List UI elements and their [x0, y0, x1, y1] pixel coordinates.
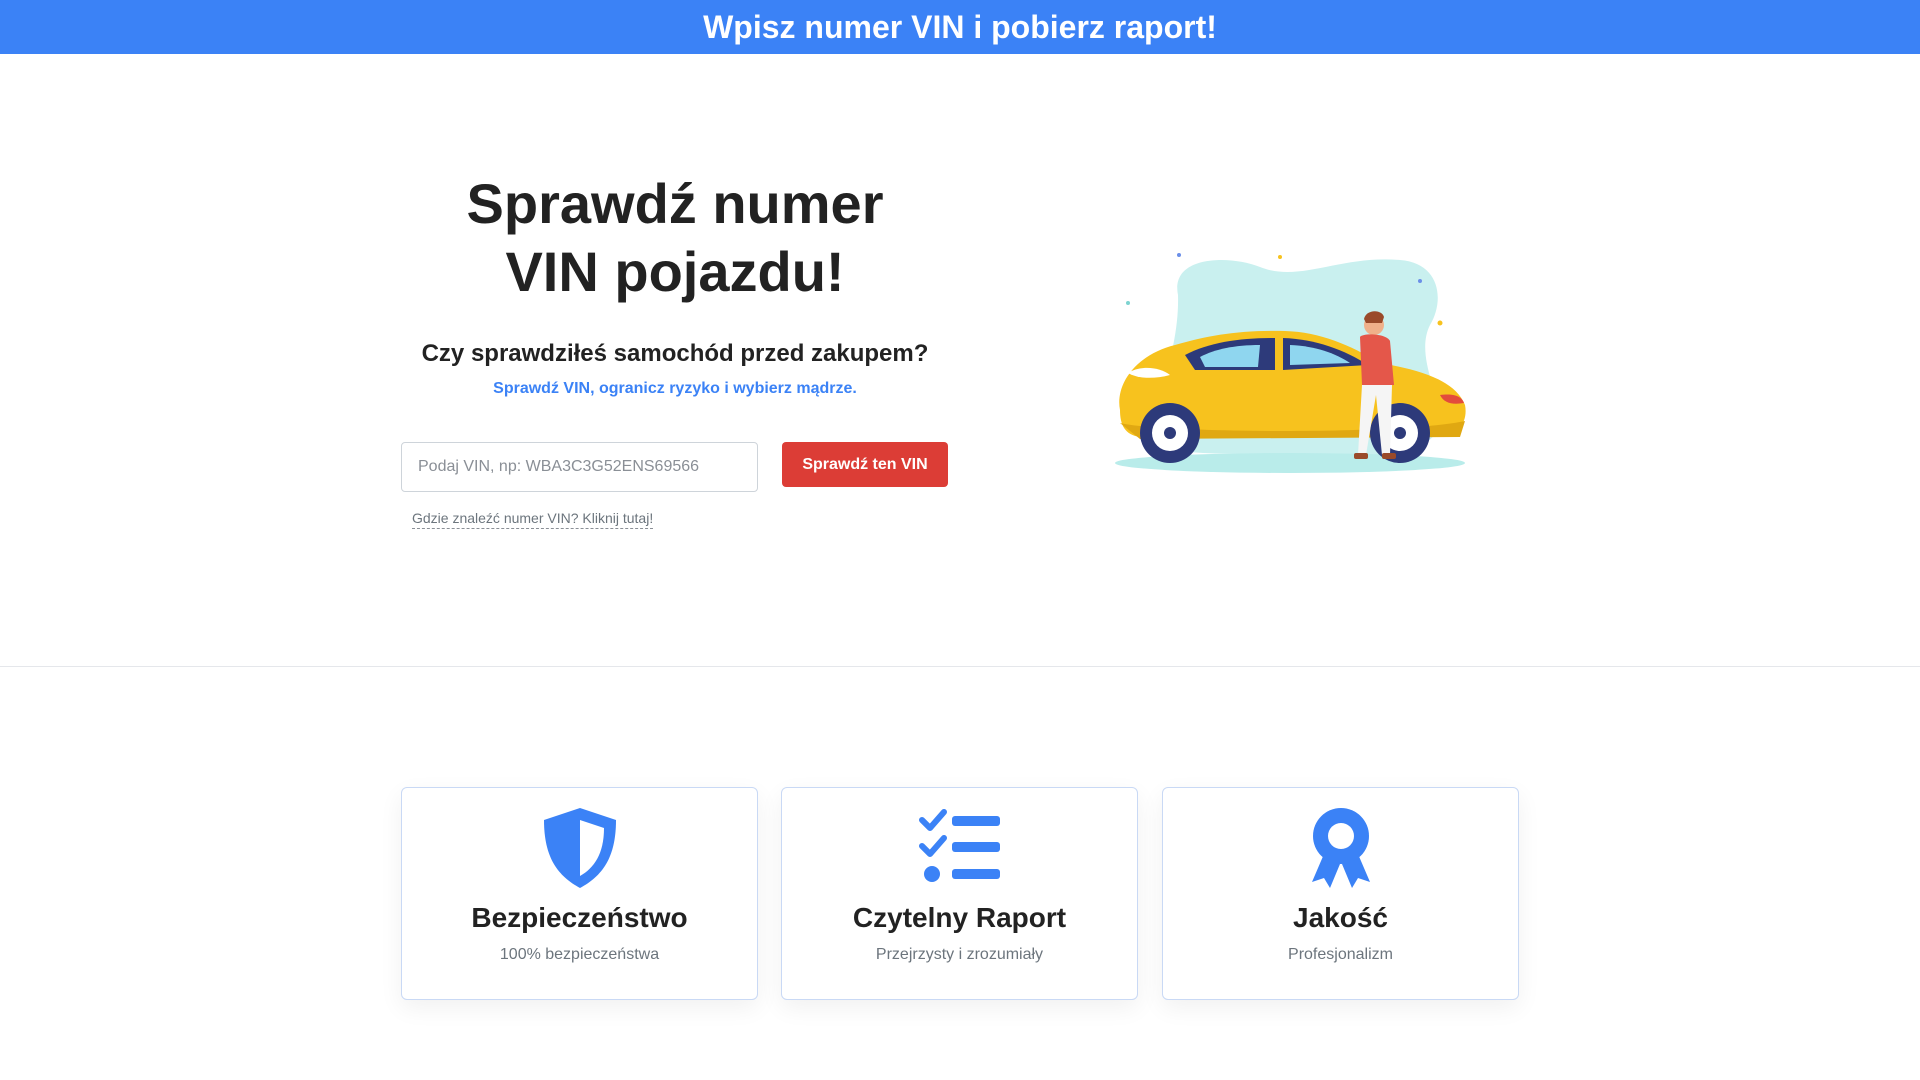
vin-help-link[interactable]: Gdzie znaleźć numer VIN? Kliknij tutaj!	[412, 510, 654, 529]
feature-card-report: Czytelny Raport Przejrzysty i zrozumiały	[781, 787, 1138, 1000]
feature-title: Jakość	[1293, 902, 1388, 933]
feature-card-quality: Jakość Profesjonalizm	[1162, 787, 1519, 1000]
top-banner: Wpisz numer VIN i pobierz raport!	[0, 0, 1920, 54]
feature-title: Bezpieczeństwo	[471, 902, 688, 933]
feature-text: Profesjonalizm	[1288, 946, 1393, 963]
check-vin-button[interactable]: Sprawdź ten VIN	[782, 442, 948, 487]
top-banner-text: Wpisz numer VIN i pobierz raport!	[703, 8, 1217, 45]
car-with-man-illustration	[1115, 253, 1466, 473]
feature-title: Czytelny Raport	[852, 902, 1067, 933]
feature-text: Przejrzysty i zrozumiały	[875, 946, 1044, 963]
hero-title-line2: VIN pojazdu!	[505, 240, 845, 303]
shield-icon	[543, 808, 616, 888]
feature-text: 100% bezpieczeństwa	[499, 946, 660, 963]
vin-input[interactable]	[401, 442, 758, 492]
hero-title-line1: Sprawdź numer	[466, 172, 884, 235]
hero-tagline: Sprawdź VIN, ogranicz ryzyko i wybierz m…	[493, 380, 857, 397]
hero-section: Sprawdź numer VIN pojazdu! Czy sprawdził…	[401, 170, 949, 398]
section-divider	[0, 666, 1920, 667]
checklist-icon	[918, 809, 1000, 882]
award-icon	[1311, 808, 1370, 888]
hero-title: Sprawdź numer VIN pojazdu!	[401, 170, 949, 306]
car-illustration	[1100, 245, 1480, 485]
feature-card-security: Bezpieczeństwo 100% bezpieczeństwa	[401, 787, 758, 1000]
hero-subtitle: Czy sprawdziłeś samochód przed zakupem?	[421, 340, 929, 367]
